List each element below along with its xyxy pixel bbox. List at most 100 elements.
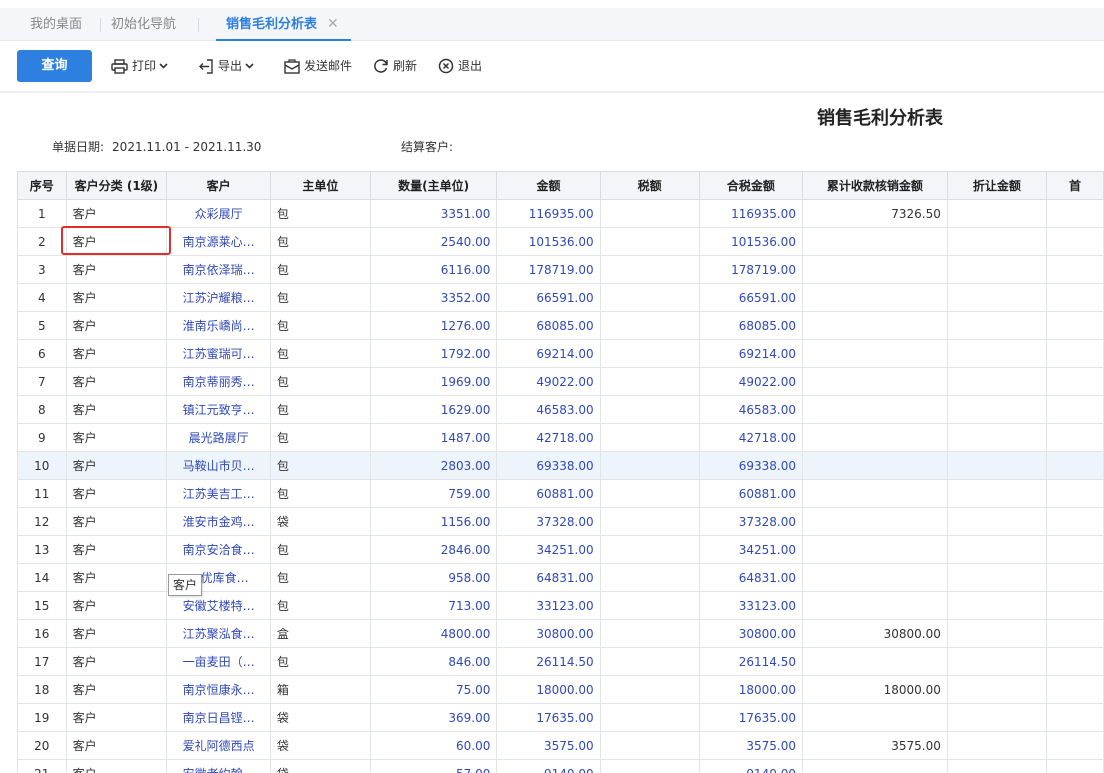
cell-total: 33123.00 <box>698 591 803 620</box>
column-header[interactable]: 金额 <box>496 171 601 200</box>
table-row[interactable]: 18 客户 南京恒康永… 箱 75.00 18000.00 18000.00 18000.00 <box>17 675 1104 704</box>
tab-bar: 我的桌面 初始化导航 销售毛利分析表 ✕ <box>0 8 1104 41</box>
cell-tax <box>599 395 700 424</box>
cell-discount <box>946 199 1047 228</box>
cell-unit: 包 <box>269 311 371 340</box>
cell-customer[interactable]: 南京安洽食… <box>166 535 271 564</box>
table-row[interactable]: 3 客户 南京依泽瑞… 包 6116.00 178719.00 178719.00 <box>17 255 1104 284</box>
cell-customer[interactable]: 众彩展厅 <box>166 199 271 228</box>
table-row[interactable]: 6 客户 江苏蜜瑞可… 包 1792.00 69214.00 69214.00 <box>17 339 1104 368</box>
column-header[interactable]: 折让金额 <box>946 171 1047 200</box>
column-header[interactable]: 序号 <box>17 171 67 200</box>
cell-discount <box>946 255 1047 284</box>
cell-customer[interactable]: 南京恒康永… <box>166 675 271 704</box>
cell-customer[interactable]: 安徽老约翰… <box>166 759 271 773</box>
cell-tax <box>599 199 700 228</box>
cell-customer[interactable]: 江苏美吉工… <box>166 479 271 508</box>
tab-divider <box>198 18 199 32</box>
table-row[interactable]: 13 客户 南京安洽食… 包 2846.00 34251.00 34251.00 <box>17 535 1104 564</box>
query-button[interactable]: 查询 <box>17 50 92 82</box>
cell-customer[interactable]: 南京依泽瑞… <box>166 255 271 284</box>
cell-customer[interactable]: 淮南乐嶠尚… <box>166 311 271 340</box>
cell-amount: 33123.00 <box>496 591 601 620</box>
tab-sales-gross-profit[interactable]: 销售毛利分析表 ✕ <box>216 8 351 41</box>
table-row[interactable]: 20 客户 爱礼阿德西点袋 60.00 3575.00 3575.00 3575.00 <box>17 731 1104 760</box>
table-row[interactable]: 8 客户 镇江元致亨… 包 1629.00 46583.00 46583.00 <box>17 395 1104 424</box>
table-row[interactable]: 12 客户 淮安市金鸡… 袋 1156.00 37328.00 37328.00 <box>17 507 1104 536</box>
cell-customer[interactable]: 南京日昌铿… <box>166 703 271 732</box>
cell-amount: 30800.00 <box>496 619 601 648</box>
column-header[interactable]: 累计收款核销金额 <box>801 171 948 200</box>
table-row[interactable]: 10 客户 马鞍山市贝… 包 2803.00 69338.00 69338.00 <box>17 451 1104 480</box>
column-header[interactable]: 税额 <box>599 171 700 200</box>
close-icon[interactable]: ✕ <box>327 16 339 32</box>
cell-discount <box>946 227 1047 256</box>
cell-received: 3575.00 <box>801 731 948 760</box>
table-row[interactable]: 17 客户 一亩麦田（… 包 846.00 26114.50 26114.50 <box>17 647 1104 676</box>
cell-tax <box>599 311 700 340</box>
cell-amount: 17635.00 <box>496 703 601 732</box>
cell-tax <box>599 703 700 732</box>
cell-tax <box>599 479 700 508</box>
tab-init-nav[interactable]: 初始化导航 <box>111 8 176 41</box>
cell-amount: 68085.00 <box>496 311 601 340</box>
cell-unit: 盒 <box>269 619 371 648</box>
cell-category: 客户 <box>65 339 168 368</box>
cell-extra <box>1045 423 1104 452</box>
table-row[interactable]: 21客户安徽老约翰…袋57.009140.009140.00 <box>17 759 1104 773</box>
cell-total: 17635.00 <box>698 703 803 732</box>
date-value: 2021.11.01 - 2021.11.30 <box>112 140 262 154</box>
cell-unit: 包 <box>269 227 371 256</box>
cell-unit: 包 <box>269 283 371 312</box>
table-row[interactable]: 1 客户 众彩展厅包 3351.00 116935.00 116935.00 7326.50 <box>17 199 1104 228</box>
column-header[interactable]: 数量(主单位) <box>369 171 498 200</box>
cell-extra <box>1045 227 1104 256</box>
column-header[interactable]: 客户 <box>166 171 271 200</box>
cell-customer[interactable]: 江苏沪耀粮… <box>166 283 271 312</box>
print-button[interactable]: 打印 <box>111 55 172 77</box>
table-row[interactable]: 2 客户 南京源莱心… 包 2540.00 101536.00 101536.00 <box>17 227 1104 256</box>
export-button[interactable]: 导出 <box>198 55 258 77</box>
column-header[interactable]: 首 <box>1045 171 1104 200</box>
cell-index: 20 <box>17 731 67 760</box>
cell-customer[interactable]: 江苏聚泓食… <box>166 619 271 648</box>
table-row[interactable]: 4 客户 江苏沪耀粮… 包 3352.00 66591.00 66591.00 <box>17 283 1104 312</box>
cell-customer[interactable]: 南京源莱心… <box>166 227 271 256</box>
cell-customer[interactable]: 江苏蜜瑞可… <box>166 339 271 368</box>
table-row[interactable]: 16 客户 江苏聚泓食… 盒 4800.00 30800.00 30800.00 30800.… <box>17 619 1104 648</box>
cell-customer[interactable]: 马鞍山市贝… <box>166 451 271 480</box>
print-label: 打印 <box>132 59 157 73</box>
column-header[interactable]: 主单位 <box>269 171 371 200</box>
cell-discount <box>946 451 1047 480</box>
cell-index: 18 <box>17 675 67 704</box>
exit-label: 退出 <box>458 59 483 73</box>
cell-customer[interactable]: 南京蒂丽秀… <box>166 367 271 396</box>
cell-received <box>801 255 948 284</box>
cell-total: 26114.50 <box>698 647 803 676</box>
cell-category: 客户 <box>65 703 168 732</box>
column-header[interactable]: 合税金额 <box>698 171 803 200</box>
refresh-button[interactable]: 刷新 <box>373 55 417 77</box>
cell-amount: 69214.00 <box>496 339 601 368</box>
send-email-button[interactable]: 发送邮件 <box>284 55 352 77</box>
cell-discount <box>946 339 1047 368</box>
cell-category: 客户 <box>65 395 168 424</box>
cell-quantity: 369.00 <box>369 703 498 732</box>
cell-amount: 37328.00 <box>496 507 601 536</box>
export-icon <box>199 58 213 74</box>
cell-amount: 9140.00 <box>496 759 601 773</box>
exit-button[interactable]: 退出 <box>438 55 482 77</box>
table-row[interactable]: 5 客户 淮南乐嶠尚… 包 1276.00 68085.00 68085.00 <box>17 311 1104 340</box>
cell-customer[interactable]: 一亩麦田（… <box>166 647 271 676</box>
column-header[interactable]: 客户分类 (1级) <box>65 171 168 200</box>
tab-my-desktop[interactable]: 我的桌面 <box>30 8 82 41</box>
cell-customer[interactable]: 晨光路展厅 <box>166 423 271 452</box>
table-row[interactable]: 11 客户 江苏美吉工… 包 759.00 60881.00 60881.00 <box>17 479 1104 508</box>
table-row[interactable]: 9 客户 晨光路展厅包 1487.00 42718.00 42718.00 <box>17 423 1104 452</box>
cell-customer[interactable]: 淮安市金鸡… <box>166 507 271 536</box>
cell-customer[interactable]: 爱礼阿德西点 <box>166 731 271 760</box>
table-row[interactable]: 19 客户 南京日昌铿… 袋 369.00 17635.00 17635.00 <box>17 703 1104 732</box>
cell-customer[interactable]: 镇江元致亨… <box>166 395 271 424</box>
table-row[interactable]: 7 客户 南京蒂丽秀… 包 1969.00 49022.00 49022.00 <box>17 367 1104 396</box>
cell-quantity: 6116.00 <box>369 255 498 284</box>
